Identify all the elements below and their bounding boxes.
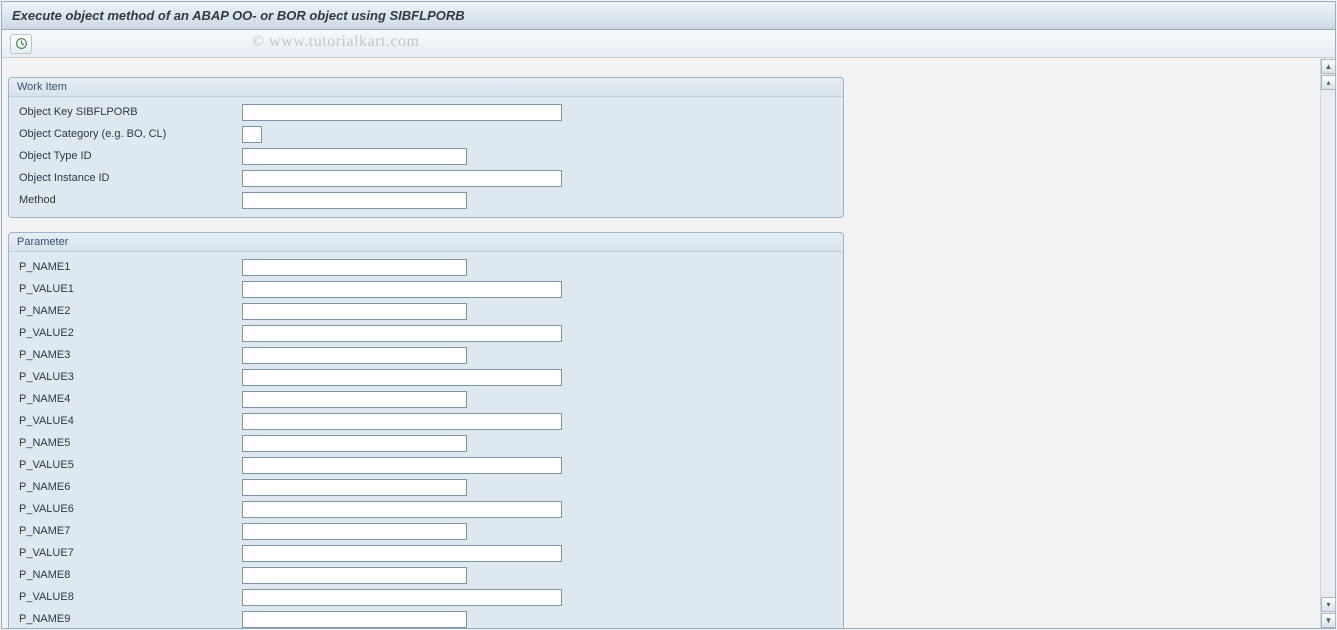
parameter-input[interactable] (242, 479, 467, 496)
parameter-label: P_NAME9 (17, 613, 242, 625)
scroll-up-icon[interactable]: ▲ (1321, 59, 1336, 74)
page-title: Execute object method of an ABAP OO- or … (12, 8, 465, 23)
workitem-input[interactable] (242, 126, 262, 143)
parameter-label: P_VALUE7 (17, 547, 242, 559)
parameter-label: P_VALUE5 (17, 459, 242, 471)
parameter-input[interactable] (242, 259, 467, 276)
parameter-row: P_VALUE1 (17, 278, 835, 300)
parameter-row: P_VALUE2 (17, 322, 835, 344)
title-bar: Execute object method of an ABAP OO- or … (2, 2, 1335, 30)
parameter-label: P_VALUE1 (17, 283, 242, 295)
workitem-row: Object Instance ID (17, 167, 835, 189)
watermark-text: © www.tutorialkart.com (252, 33, 419, 51)
workitem-input[interactable] (242, 104, 562, 121)
workitem-row: Object Type ID (17, 145, 835, 167)
workitem-input[interactable] (242, 170, 562, 187)
parameter-row: P_NAME2 (17, 300, 835, 322)
parameter-label: P_NAME3 (17, 349, 242, 361)
parameter-label: P_NAME8 (17, 569, 242, 581)
parameter-label: P_NAME5 (17, 437, 242, 449)
parameter-label: P_NAME2 (17, 305, 242, 317)
parameter-row: P_NAME3 (17, 344, 835, 366)
parameter-label: P_VALUE2 (17, 327, 242, 339)
workitem-label: Method (17, 194, 242, 206)
parameter-input[interactable] (242, 545, 562, 562)
application-toolbar: © www.tutorialkart.com (2, 30, 1335, 58)
execute-button[interactable] (10, 34, 32, 54)
scroll-down-icon[interactable]: ▼ (1321, 613, 1336, 628)
parameter-input[interactable] (242, 325, 562, 342)
parameter-input[interactable] (242, 523, 467, 540)
workitem-label: Object Instance ID (17, 172, 242, 184)
parameter-input[interactable] (242, 369, 562, 386)
parameter-label: P_VALUE6 (17, 503, 242, 515)
parameter-input[interactable] (242, 457, 562, 474)
workitem-input[interactable] (242, 148, 467, 165)
parameter-input[interactable] (242, 281, 562, 298)
parameter-label: P_NAME7 (17, 525, 242, 537)
parameter-row: P_NAME6 (17, 476, 835, 498)
workitem-label: Object Type ID (17, 150, 242, 162)
parameter-label: P_NAME1 (17, 261, 242, 273)
vertical-scrollbar[interactable]: ▲ ▴ ▾ ▼ (1320, 59, 1335, 628)
group-parameter: Parameter P_NAME1 P_VALUE1 P_NAME2 P_VALUE2… (8, 232, 844, 628)
parameter-input[interactable] (242, 567, 467, 584)
parameter-row: P_NAME5 (17, 432, 835, 454)
parameter-label: P_NAME4 (17, 393, 242, 405)
parameter-input[interactable] (242, 501, 562, 518)
group-work-item: Work Item Object Key SIBFLPORB Object Cat… (8, 77, 844, 218)
group-work-item-legend: Work Item (9, 78, 843, 97)
workitem-row: Method (17, 189, 835, 211)
parameter-input[interactable] (242, 589, 562, 606)
parameter-row: P_NAME4 (17, 388, 835, 410)
workitem-label: Object Category (e.g. BO, CL) (17, 128, 242, 140)
group-work-item-body: Object Key SIBFLPORB Object Category (e.g… (9, 97, 843, 217)
parameter-row: P_VALUE3 (17, 366, 835, 388)
parameter-input[interactable] (242, 347, 467, 364)
clock-execute-icon (15, 37, 28, 50)
parameter-row: P_VALUE8 (17, 586, 835, 608)
group-parameter-legend: Parameter (9, 233, 843, 252)
parameter-label: P_NAME6 (17, 481, 242, 493)
parameter-label: P_VALUE3 (17, 371, 242, 383)
parameter-label: P_VALUE8 (17, 591, 242, 603)
app-window: Execute object method of an ABAP OO- or … (1, 1, 1336, 629)
workitem-row: Object Category (e.g. BO, CL) (17, 123, 835, 145)
group-parameter-body: P_NAME1 P_VALUE1 P_NAME2 P_VALUE2 P_NAME3 P_V… (9, 252, 843, 628)
workitem-row: Object Key SIBFLPORB (17, 101, 835, 123)
workitem-label: Object Key SIBFLPORB (17, 106, 242, 118)
parameter-row: P_VALUE6 (17, 498, 835, 520)
parameter-row: P_NAME9 (17, 608, 835, 628)
parameter-row: P_NAME8 (17, 564, 835, 586)
scroll-line-up-icon[interactable]: ▴ (1321, 75, 1336, 90)
parameter-row: P_VALUE4 (17, 410, 835, 432)
workitem-input[interactable] (242, 192, 467, 209)
parameter-label: P_VALUE4 (17, 415, 242, 427)
parameter-row: P_VALUE7 (17, 542, 835, 564)
scroll-line-down-icon[interactable]: ▾ (1321, 597, 1336, 612)
parameter-input[interactable] (242, 435, 467, 452)
parameter-input[interactable] (242, 611, 467, 628)
parameter-row: P_NAME7 (17, 520, 835, 542)
content-area: Work Item Object Key SIBFLPORB Object Cat… (2, 59, 1320, 628)
parameter-input[interactable] (242, 391, 467, 408)
parameter-row: P_NAME1 (17, 256, 835, 278)
parameter-row: P_VALUE5 (17, 454, 835, 476)
parameter-input[interactable] (242, 303, 467, 320)
parameter-input[interactable] (242, 413, 562, 430)
